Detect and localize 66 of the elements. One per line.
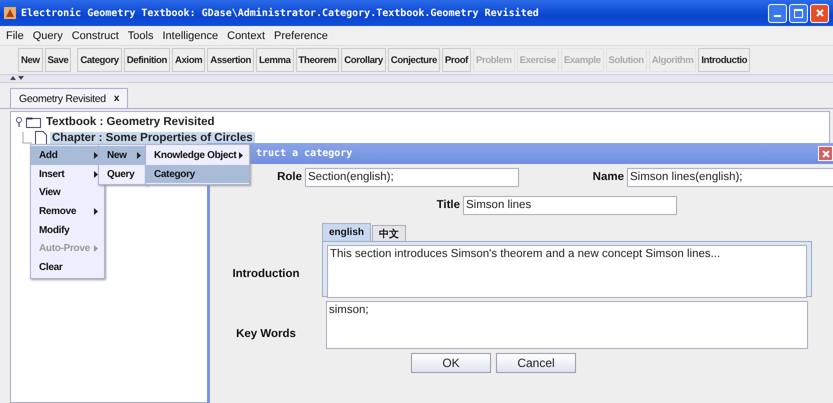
menu-item[interactable]: Knowledge Object [146, 146, 249, 165]
text-area[interactable]: This section introduces Simson's theorem and a new concept Simson lines... [327, 245, 807, 298]
field-label: Role [276, 171, 302, 183]
toolbar-button[interactable]: Theorem [296, 48, 340, 72]
submenu-arrow-icon [94, 208, 98, 215]
toolbar-button[interactable]: Corollary [341, 48, 386, 72]
tree-connector-icon [22, 132, 32, 144]
toolbar-button[interactable]: Proof [442, 48, 471, 72]
dialog-close-button[interactable] [818, 146, 833, 161]
menu-item[interactable]: New [99, 146, 147, 165]
toolbar-button[interactable]: Category [77, 48, 122, 72]
menu-item[interactable]: Tools [128, 30, 154, 42]
window-title: Electronic Geometry Textbook: GDase\Administrator.Category.Textbook.Geometry Revisited [21, 8, 540, 18]
field-label: Key Words [236, 328, 296, 340]
maximize-icon [794, 8, 803, 18]
tree-item[interactable]: Textbook : Geometry Revisited [44, 116, 216, 128]
submenu-arrow-icon [94, 245, 98, 252]
menu-item[interactable]: File [6, 30, 24, 42]
minimize-button[interactable] [768, 4, 787, 22]
tree-item[interactable]: Chapter : Some Properties of Circles [50, 132, 255, 144]
field-label: Name [592, 171, 624, 183]
field-label: Title [436, 199, 460, 211]
close-icon [816, 9, 824, 17]
toolbar-button[interactable]: Axiom [172, 48, 206, 72]
menu-item[interactable]: Intelligence [162, 30, 218, 42]
close-button[interactable] [810, 4, 829, 22]
text-field[interactable]: Simson lines(english); [627, 168, 833, 186]
toolbar-button[interactable]: Introductio [698, 48, 750, 72]
dialog-button[interactable]: OK [411, 353, 491, 373]
text-field[interactable]: Simson lines [463, 196, 677, 214]
menu-item[interactable]: Remove [31, 202, 104, 221]
toolbar-button[interactable]: Conjecture [388, 48, 440, 72]
menu-item[interactable]: Context [227, 30, 266, 42]
menu-item[interactable]: View [31, 183, 104, 202]
menu-item[interactable]: Preference [274, 30, 328, 42]
menu-item[interactable]: Query [99, 164, 147, 184]
tab-label: Geometry Revisited [19, 92, 106, 104]
toolbar-button[interactable]: Assertion [207, 48, 254, 72]
language-tab[interactable]: 中文 [372, 225, 406, 241]
toolbar-button[interactable]: Definition [124, 48, 170, 72]
submenu-arrow-icon [94, 152, 98, 159]
dialog-button[interactable]: Cancel [496, 353, 576, 373]
menu-item[interactable]: Clear [31, 258, 104, 277]
language-tab[interactable]: english [322, 223, 372, 241]
folder-icon [26, 116, 41, 128]
submenu-arrow-icon [137, 152, 141, 159]
text-field[interactable]: Section(english); [305, 168, 519, 186]
tab-close-button[interactable]: x [114, 93, 120, 104]
document-tab[interactable]: Geometry Revisited x [10, 88, 128, 108]
document-icon [35, 131, 47, 145]
field-label: Introduction [232, 268, 300, 280]
toolbar-button[interactable]: Lemma [256, 48, 294, 72]
menu-item[interactable]: Construct [72, 30, 119, 42]
toolbar-button[interactable]: New [18, 48, 43, 72]
text-area[interactable]: simson; [326, 301, 808, 349]
dialog-title: truct a category [256, 148, 352, 159]
menu-item[interactable]: Category [146, 164, 249, 184]
submenu-arrow-icon [94, 170, 98, 178]
toolbar-button[interactable]: Save [44, 48, 72, 72]
menu-item[interactable]: Modify [31, 220, 104, 240]
menu-item[interactable]: Query [32, 30, 63, 42]
collapse-arrows-icon [10, 76, 24, 81]
app-icon [4, 7, 16, 19]
maximize-button[interactable] [789, 4, 808, 22]
close-icon [822, 150, 830, 158]
submenu-arrow-icon [239, 152, 243, 159]
